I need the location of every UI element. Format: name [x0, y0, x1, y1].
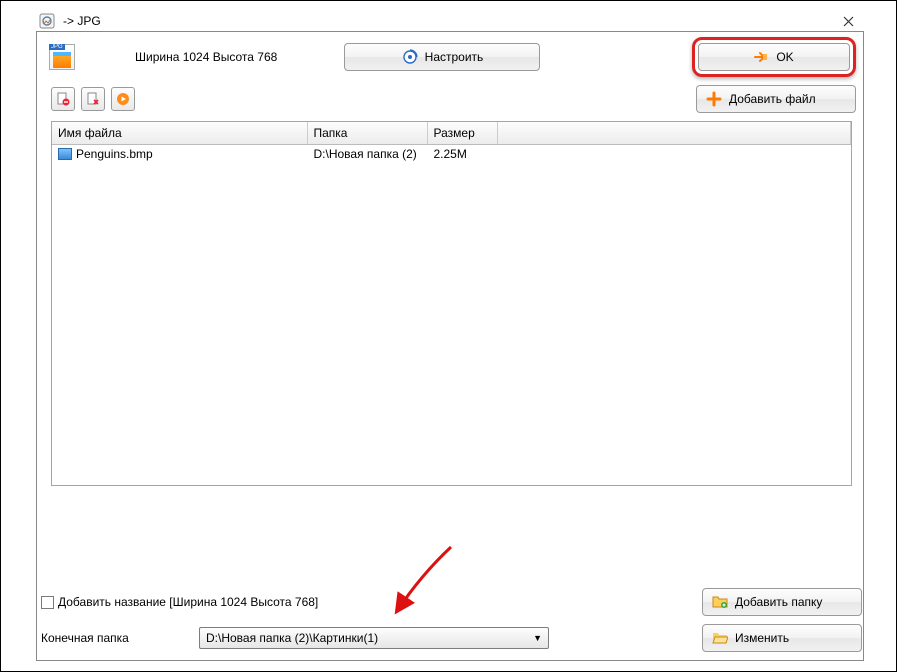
folder-plus-icon: [711, 593, 729, 611]
window: -> JPG Ширина 1024 Высота 768 Настроить …: [0, 0, 897, 672]
cell-size: 2.25M: [427, 145, 497, 163]
table-row[interactable]: Penguins.bmp D:\Новая папка (2) 2.25M: [52, 145, 851, 163]
table-body[interactable]: Penguins.bmp D:\Новая папка (2) 2.25M: [52, 145, 851, 485]
folder-open-icon: [711, 629, 729, 647]
chevron-down-icon: ▼: [533, 633, 542, 643]
gear-icon: [401, 48, 419, 66]
window-title: -> JPG: [63, 14, 101, 28]
add-file-label: Добавить файл: [729, 92, 816, 106]
change-button[interactable]: Изменить: [702, 624, 862, 652]
toolbar-row: Добавить файл: [11, 77, 886, 121]
add-folder-button[interactable]: Добавить папку: [702, 588, 862, 616]
change-label: Изменить: [735, 631, 789, 645]
configure-button[interactable]: Настроить: [344, 43, 540, 71]
close-button[interactable]: [836, 11, 860, 31]
add-title-checkbox[interactable]: Добавить название [Ширина 1024 Высота 76…: [41, 595, 318, 609]
col-name[interactable]: Имя файла: [52, 122, 307, 144]
col-folder[interactable]: Папка: [307, 122, 427, 144]
titlebar: -> JPG: [11, 9, 886, 33]
file-table: Имя файла Папка Размер Penguins.bmp D:\Н…: [51, 121, 852, 486]
dest-folder-value: D:\Новая папка (2)\Картинки(1): [206, 631, 378, 645]
add-title-label: Добавить название [Ширина 1024 Высота 76…: [58, 595, 318, 609]
ok-button[interactable]: OK: [698, 43, 850, 71]
clear-list-button[interactable]: [81, 87, 105, 111]
col-size[interactable]: Размер: [427, 122, 497, 144]
play-button[interactable]: [111, 87, 135, 111]
dest-folder-combo[interactable]: D:\Новая папка (2)\Картинки(1) ▼: [199, 627, 549, 649]
arrow-right-icon: [752, 48, 770, 66]
remove-file-button[interactable]: [51, 87, 75, 111]
col-spacer: [497, 122, 851, 144]
cell-folder: D:\Новая папка (2): [307, 145, 427, 163]
table-header-row: Имя файла Папка Размер: [52, 122, 851, 144]
footer: Добавить название [Ширина 1024 Высота 76…: [41, 581, 862, 653]
checkbox-icon: [41, 596, 54, 609]
dimensions-label: Ширина 1024 Высота 768: [135, 50, 277, 64]
dest-folder-label: Конечная папка: [41, 631, 189, 645]
ok-label: OK: [776, 50, 793, 64]
ok-highlight: OK: [692, 37, 856, 77]
add-folder-label: Добавить папку: [735, 595, 822, 609]
cell-name: Penguins.bmp: [52, 145, 307, 163]
image-file-icon: [58, 148, 72, 160]
app-icon: [39, 13, 55, 29]
plus-icon: [705, 90, 723, 108]
play-icon: [116, 92, 130, 106]
header-row: Ширина 1024 Высота 768 Настроить OK: [11, 33, 886, 77]
page-minus-icon: [56, 92, 70, 106]
page-x-icon: [86, 92, 100, 106]
add-file-button[interactable]: Добавить файл: [696, 85, 856, 113]
jpg-format-icon: [49, 44, 75, 70]
configure-label: Настроить: [425, 50, 484, 64]
